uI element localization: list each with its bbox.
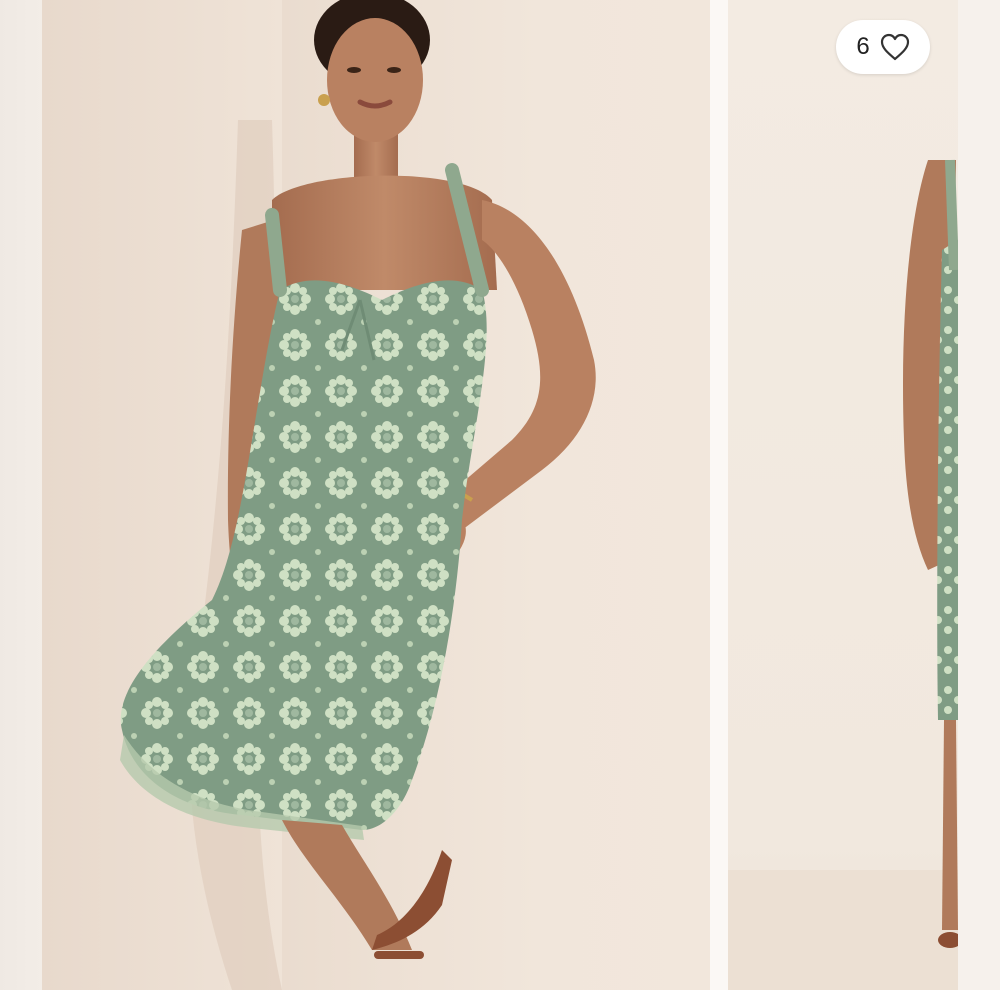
photo-carousel[interactable]: 6 (0, 0, 1000, 1000)
heart-outline-icon (880, 33, 909, 61)
carousel-bottom-edge (0, 990, 1000, 1000)
model-back-photo (728, 159, 958, 990)
next-photo-slide[interactable]: 6 (728, 0, 958, 990)
model-photo (120, 0, 596, 990)
like-count: 6 (856, 33, 870, 60)
like-button[interactable]: 6 (836, 20, 930, 74)
far-photo-slide (958, 0, 1000, 990)
main-photo[interactable] (42, 0, 710, 990)
previous-photo-slide[interactable] (0, 0, 42, 990)
